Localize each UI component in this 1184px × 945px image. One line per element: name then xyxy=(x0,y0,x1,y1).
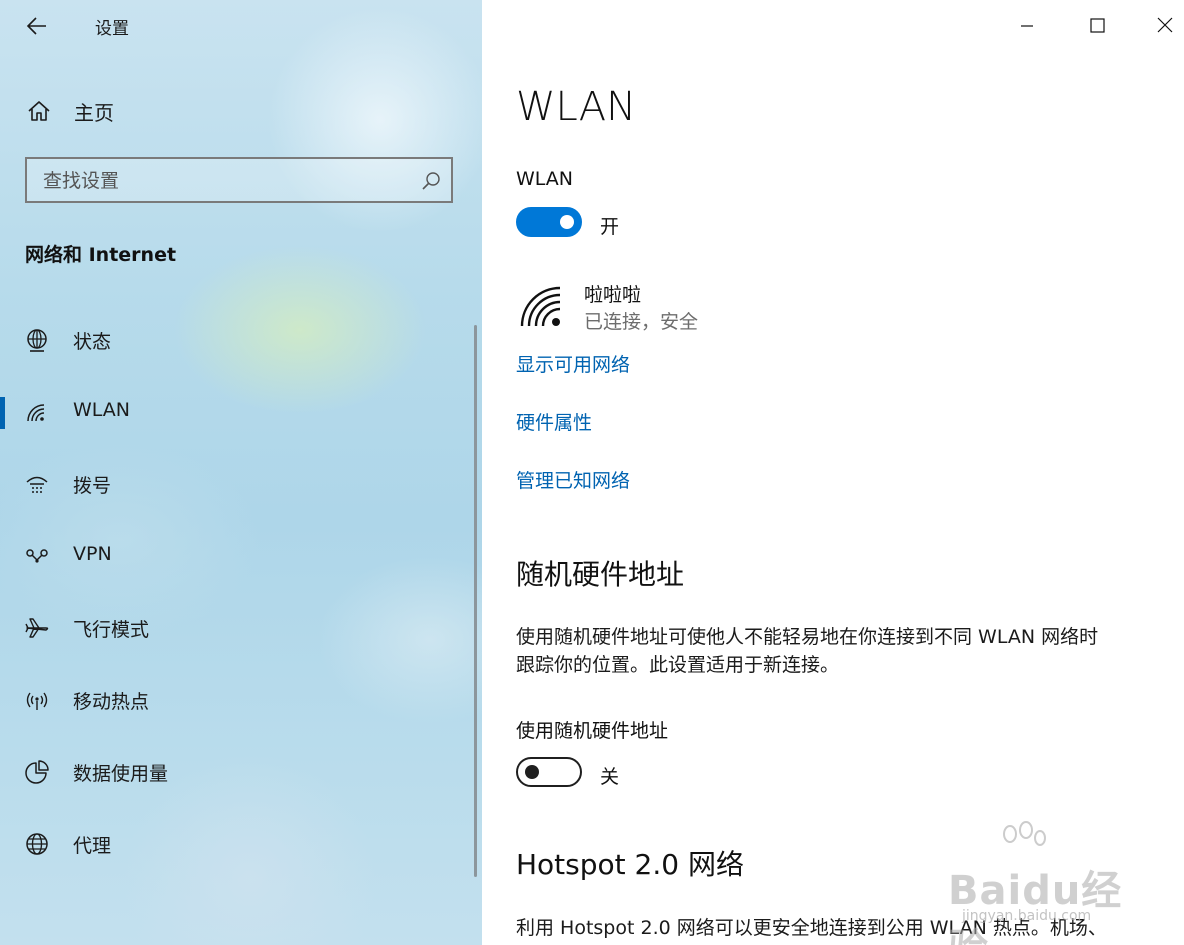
random-hw-address-heading: 随机硬件地址 xyxy=(516,558,685,591)
sidebar-item-hotspot[interactable]: 移动热点 xyxy=(0,677,470,721)
vpn-icon xyxy=(26,549,48,563)
watermark-url: jingyan.baidu.com xyxy=(962,908,1092,924)
sidebar-item-label: 代理 xyxy=(73,835,112,857)
wifi-signal-icon xyxy=(520,286,561,327)
random-hw-description: 使用随机硬件地址可使他人不能轻易地在你连接到不同 WLAN 网络时 跟踪你的位置… xyxy=(516,623,1166,679)
close-icon xyxy=(1157,17,1173,33)
random-hw-toggle-state: 关 xyxy=(600,766,620,788)
sidebar-item-label: 状态 xyxy=(73,331,112,353)
close-button[interactable] xyxy=(1148,8,1182,42)
sidebar-item-proxy[interactable]: 代理 xyxy=(0,821,470,865)
back-button[interactable] xyxy=(22,12,52,40)
airplane-icon xyxy=(25,618,49,638)
sidebar-item-data-usage[interactable]: 数据使用量 xyxy=(0,749,470,793)
manage-known-networks-link[interactable]: 管理已知网络 xyxy=(516,466,630,493)
back-arrow-icon xyxy=(26,17,46,35)
hardware-properties-link[interactable]: 硬件属性 xyxy=(516,408,592,435)
description-line: 跟踪你的位置。此设置适用于新连接。 xyxy=(516,654,840,676)
baidu-watermark: Baidu经验 jingyan.baidu.com xyxy=(902,820,1142,945)
sidebar-item-label: WLAN xyxy=(73,399,131,421)
maximize-button[interactable] xyxy=(1080,8,1114,42)
app-title: 设置 xyxy=(95,19,129,39)
search-input[interactable] xyxy=(41,167,415,195)
hotspot-heading: Hotspot 2.0 网络 xyxy=(516,848,744,881)
sidebar-item-label: 飞行模式 xyxy=(73,619,150,641)
page-title: WLAN xyxy=(516,84,637,130)
home-nav-item[interactable]: 主页 xyxy=(26,96,226,126)
hotspot-icon xyxy=(26,692,48,710)
minimize-icon xyxy=(1021,25,1033,27)
dialup-icon xyxy=(26,476,48,493)
random-hw-toggle-label: 使用随机硬件地址 xyxy=(516,720,669,742)
home-label: 主页 xyxy=(74,101,114,125)
sidebar-item-wlan[interactable]: WLAN xyxy=(0,389,470,433)
wifi-icon xyxy=(27,404,45,422)
maximize-icon xyxy=(1090,18,1105,33)
sidebar-item-airplane[interactable]: 飞行模式 xyxy=(0,605,470,649)
wlan-toggle-label: WLAN xyxy=(516,168,574,190)
sidebar-item-label: 移动热点 xyxy=(73,691,150,713)
data-usage-icon xyxy=(25,760,49,784)
network-name: 啦啦啦 xyxy=(584,284,642,306)
sidebar-scrollbar[interactable] xyxy=(474,325,477,877)
sidebar-item-status[interactable]: 状态 xyxy=(0,317,470,361)
watermark-text: Baidu经验 xyxy=(948,868,1123,945)
search-icon[interactable] xyxy=(421,171,441,191)
sidebar-item-label: VPN xyxy=(73,543,112,565)
minimize-button[interactable] xyxy=(1010,8,1044,42)
sidebar-item-label: 数据使用量 xyxy=(73,763,169,785)
home-icon xyxy=(28,101,50,121)
wlan-toggle[interactable] xyxy=(516,207,582,237)
network-status: 已连接，安全 xyxy=(584,311,699,333)
proxy-globe-icon xyxy=(26,833,48,855)
sidebar-item-vpn[interactable]: VPN xyxy=(0,533,470,577)
selection-indicator xyxy=(0,397,5,429)
toggle-knob xyxy=(560,215,574,229)
sidebar-item-dialup[interactable]: 拨号 xyxy=(0,461,470,505)
description-line: 使用随机硬件地址可使他人不能轻易地在你连接到不同 WLAN 网络时 xyxy=(516,626,1099,648)
wlan-settings-page: WLAN WLAN 开 啦啦啦 已连接，安全 显示可用网络 硬件属性 管理已知网… xyxy=(482,0,1184,945)
section-heading: 网络和 Internet xyxy=(25,244,177,266)
toggle-knob xyxy=(525,765,539,779)
random-hw-toggle[interactable] xyxy=(516,757,582,787)
sidebar-item-label: 拨号 xyxy=(73,475,112,497)
search-box[interactable] xyxy=(25,157,453,203)
status-globe-icon xyxy=(27,329,47,352)
settings-sidebar: 设置 主页 网络和 Internet 状态 WLAN xyxy=(0,0,482,945)
wlan-toggle-state: 开 xyxy=(600,216,620,238)
show-available-networks-link[interactable]: 显示可用网络 xyxy=(516,350,630,377)
